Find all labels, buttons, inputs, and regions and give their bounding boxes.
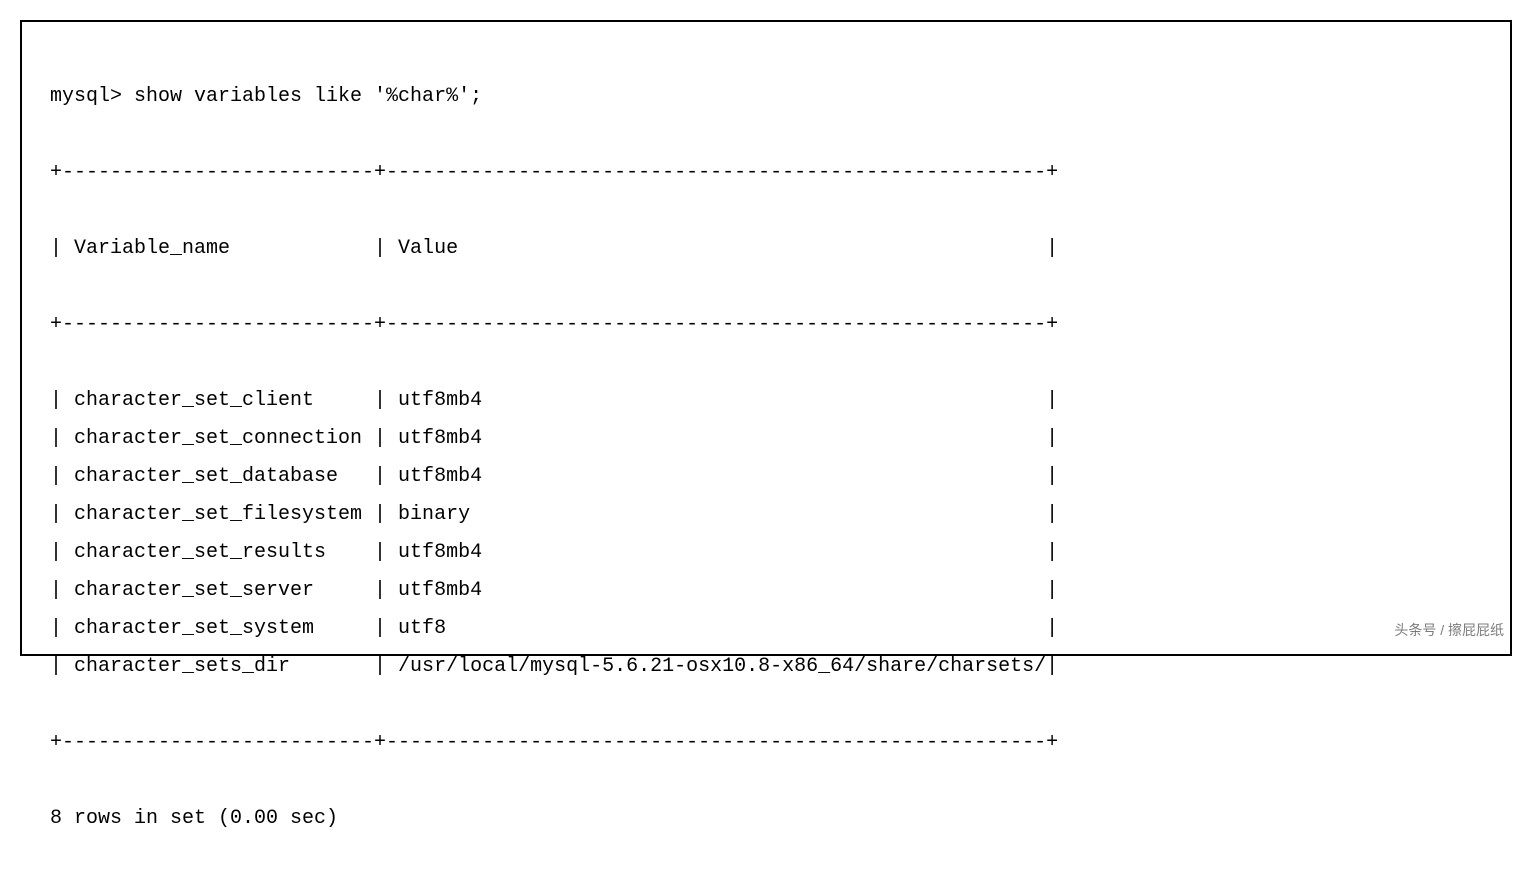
table-row: | character_set_filesystem | binary |	[50, 496, 1482, 534]
terminal-output: mysql> show variables like '%char%'; +--…	[20, 20, 1512, 656]
table-row: | character_set_connection | utf8mb4 |	[50, 420, 1482, 458]
table-rows: | character_set_client | utf8mb4 || char…	[50, 382, 1482, 686]
table-border-top: +--------------------------+------------…	[50, 154, 1482, 192]
table-row: | character_set_database | utf8mb4 |	[50, 458, 1482, 496]
table-border-mid: +--------------------------+------------…	[50, 306, 1482, 344]
table-row: | character_set_system | utf8 |	[50, 610, 1482, 648]
table-row: | character_set_results | utf8mb4 |	[50, 534, 1482, 572]
table-row: | character_set_client | utf8mb4 |	[50, 382, 1482, 420]
result-footer: 8 rows in set (0.00 sec)	[50, 800, 1482, 838]
table-row: | character_set_server | utf8mb4 |	[50, 572, 1482, 610]
table-row: | character_sets_dir | /usr/local/mysql-…	[50, 648, 1482, 686]
table-border-bottom: +--------------------------+------------…	[50, 724, 1482, 762]
table-header: | Variable_name | Value |	[50, 230, 1482, 268]
command-line: mysql> show variables like '%char%';	[50, 78, 1482, 116]
watermark-text: 头条号 / 擦屁屁纸	[1394, 620, 1504, 640]
